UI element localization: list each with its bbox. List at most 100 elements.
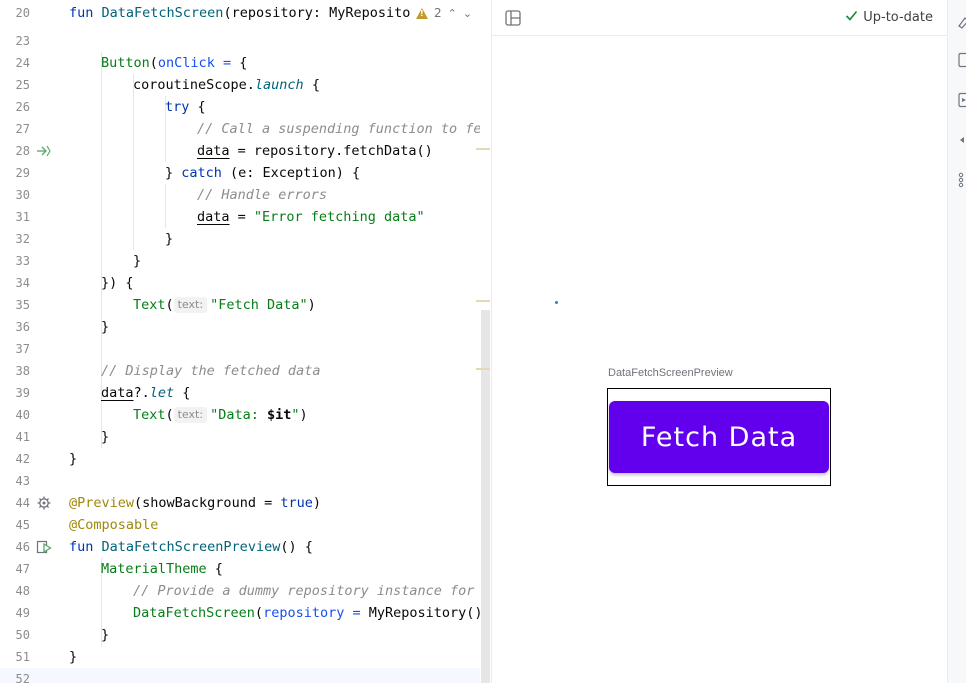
gutter-line: 33 <box>0 250 66 272</box>
preview-composable-label[interactable]: DataFetchScreenPreview <box>608 367 733 379</box>
gutter-line: 52 <box>0 668 66 683</box>
preview-settings-gear-icon[interactable] <box>36 495 52 511</box>
gutter-line: 40 <box>0 404 66 426</box>
line-number: 30 <box>15 188 30 202</box>
line-number: 43 <box>15 474 30 488</box>
line-number: 24 <box>15 56 30 70</box>
layout-toggle-icon[interactable] <box>504 9 522 27</box>
line-number: 33 <box>15 254 30 268</box>
run-preview-icon[interactable] <box>36 539 52 555</box>
gutter-line: 35 <box>0 294 66 316</box>
code-line: // Handle errors <box>197 187 328 203</box>
gutter-line: 50 <box>0 624 66 646</box>
code-line: } <box>101 319 110 335</box>
device-manager-icon[interactable] <box>957 52 966 68</box>
code-line: Text(text: "Fetch Data") <box>133 297 316 313</box>
gutter-line: 32 <box>0 228 66 250</box>
code-line: data = repository.fetchData() <box>197 143 433 159</box>
right-tool-strip <box>947 0 966 683</box>
line-number: 28 <box>15 144 30 158</box>
code-line: MaterialTheme { <box>101 561 223 577</box>
line-number: 25 <box>15 78 30 92</box>
line-number: 45 <box>15 518 30 532</box>
gutter-line: 34 <box>0 272 66 294</box>
code-line: } <box>165 231 174 247</box>
status-text: Up-to-date <box>863 10 933 25</box>
running-devices-icon[interactable] <box>957 92 966 108</box>
warning-icon <box>416 7 428 19</box>
code-line: @Composable <box>69 517 159 533</box>
editor-gutter: 20 23 24 25 26 27 28 29 30 31 32 33 34 3… <box>0 0 66 683</box>
current-line <box>66 668 491 683</box>
suspend-call-icon[interactable] <box>36 143 52 159</box>
gutter-line: 48 <box>0 580 66 602</box>
code-line: data = "Error fetching data" <box>197 209 425 225</box>
line-number: 32 <box>15 232 30 246</box>
gutter-line: 26 <box>0 96 66 118</box>
code-area[interactable]: fun DataFetchScreen(repository: MyReposi… <box>66 0 491 683</box>
line-number: 40 <box>15 408 30 422</box>
preview-frame[interactable]: Fetch Data <box>607 388 831 486</box>
gutter-line: 23 <box>0 30 66 52</box>
code-line: @Preview(showBackground = true) <box>69 495 321 511</box>
palette-icon[interactable] <box>957 14 966 30</box>
notifications-icon[interactable] <box>957 132 966 148</box>
code-line: // Call a suspending function to fetc <box>197 121 491 137</box>
line-number: 36 <box>15 320 30 334</box>
gutter-line: 42 <box>0 448 66 470</box>
gutter-line: 45 <box>0 514 66 536</box>
inspection-widget[interactable]: 2 ⌃ ⌄ <box>412 2 479 24</box>
scroll-marker[interactable] <box>476 368 490 370</box>
gutter-line: 47 <box>0 558 66 580</box>
code-line: try { <box>165 99 206 115</box>
compose-preview-panel: Up-to-date <box>492 0 947 683</box>
gutter-line: 31 <box>0 206 66 228</box>
fetch-data-button[interactable]: Fetch Data <box>609 401 829 473</box>
code-editor[interactable]: 20 23 24 25 26 27 28 29 30 31 32 33 34 3… <box>0 0 491 683</box>
chevron-down-icon[interactable]: ⌄ <box>463 7 472 20</box>
code-line: // Provide a dummy repository instance f… <box>133 583 491 599</box>
code-line: data?.let { <box>101 385 191 401</box>
line-number: 46 <box>15 540 30 554</box>
line-number: 38 <box>15 364 30 378</box>
scroll-marker[interactable] <box>476 300 490 302</box>
indent-guide <box>165 184 166 228</box>
line-number: 49 <box>15 606 30 620</box>
gutter-line: 44 <box>0 492 66 514</box>
gutter-line: 43 <box>0 470 66 492</box>
code-line: } <box>101 429 110 445</box>
code-line: } <box>69 451 78 467</box>
gutter-line: 46 <box>0 536 66 558</box>
gutter-line: 38 <box>0 360 66 382</box>
gutter-line: 27 <box>0 118 66 140</box>
code-line: // Display the fetched data <box>101 363 321 379</box>
line-number: 41 <box>15 430 30 444</box>
checkmark-icon <box>845 9 858 26</box>
gutter-line: 51 <box>0 646 66 668</box>
line-number: 27 <box>15 122 30 136</box>
line-number: 37 <box>15 342 30 356</box>
line-number: 42 <box>15 452 30 466</box>
line-number: 39 <box>15 386 30 400</box>
gutter-line: 20 <box>0 2 66 24</box>
code-line: } <box>69 649 78 665</box>
gutter-line: 36 <box>0 316 66 338</box>
gutter-line: 28 <box>0 140 66 162</box>
more-options-icon[interactable] <box>957 172 966 188</box>
cursor-dot <box>555 301 558 304</box>
parameter-hint: text: <box>173 297 208 313</box>
gutter-line: 30 <box>0 184 66 206</box>
line-number: 35 <box>15 298 30 312</box>
line-number: 23 <box>15 34 30 48</box>
line-number: 48 <box>15 584 30 598</box>
gutter-line: 25 <box>0 74 66 96</box>
line-number: 47 <box>15 562 30 576</box>
code-line: } <box>101 627 110 643</box>
chevron-up-icon[interactable]: ⌃ <box>448 7 457 20</box>
code-line: } catch (e: Exception) { <box>165 165 361 181</box>
editor-scrollbar-thumb[interactable] <box>481 310 490 683</box>
gutter-line: 41 <box>0 426 66 448</box>
line-number: 34 <box>15 276 30 290</box>
scroll-marker[interactable] <box>476 148 490 150</box>
code-line: } <box>133 253 142 269</box>
